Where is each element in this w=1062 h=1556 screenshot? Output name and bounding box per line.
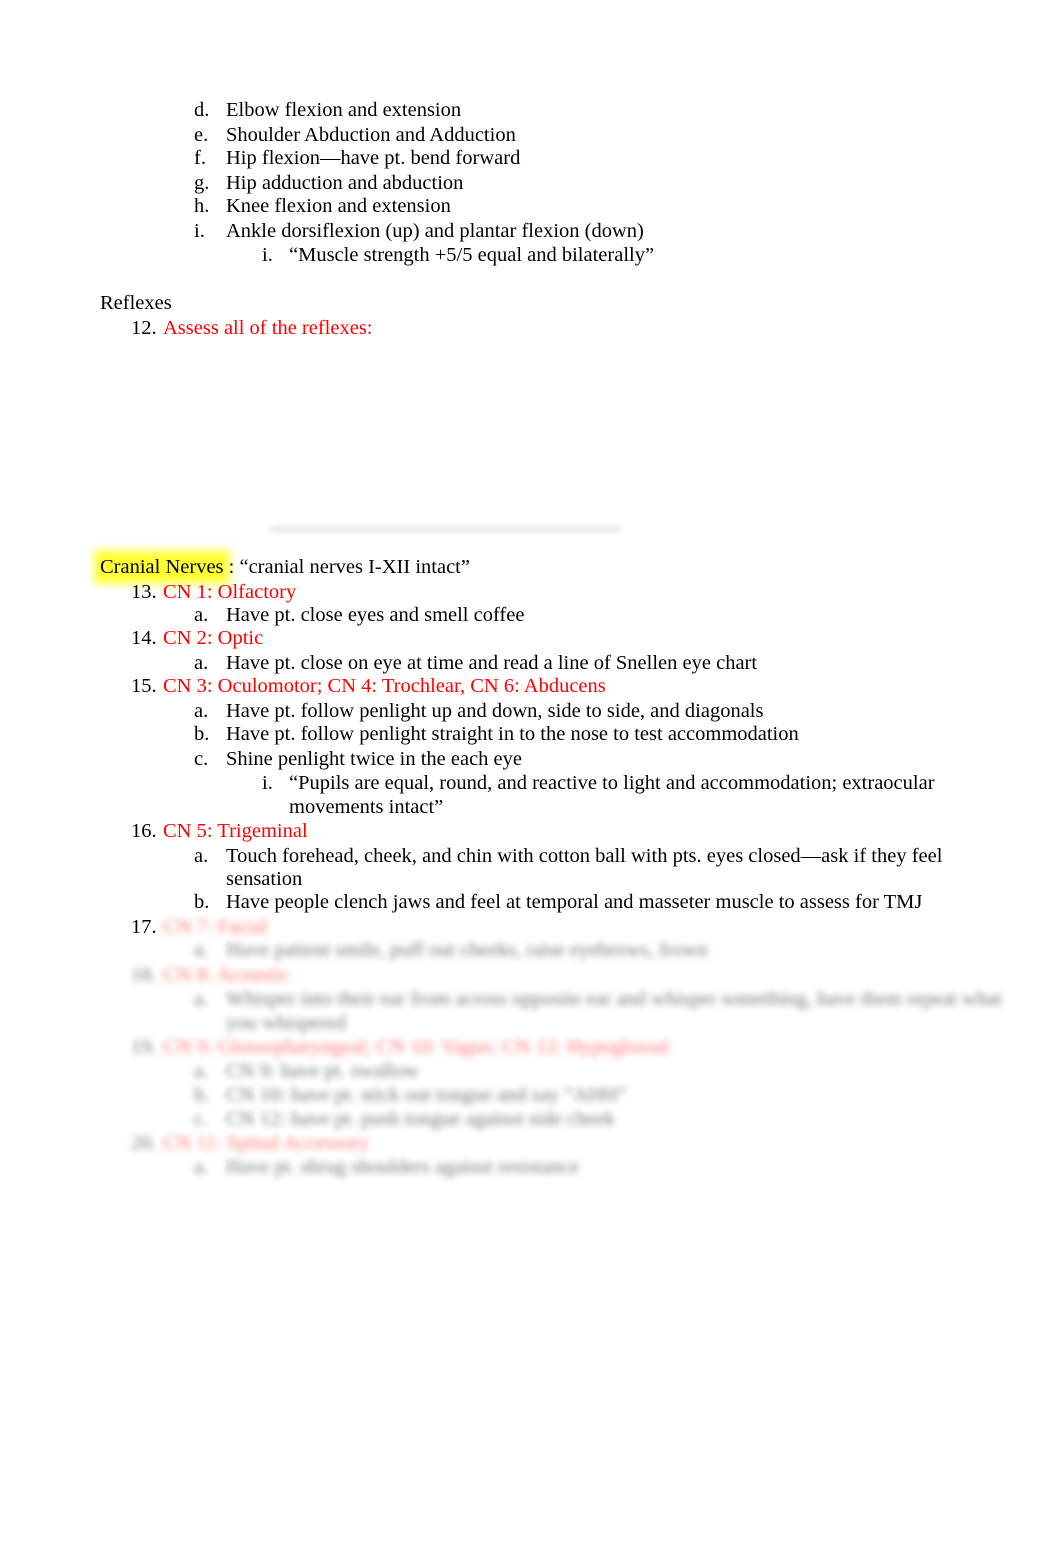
list-marker: a. [194,700,209,722]
list-marker: 20. [131,1132,157,1154]
item-text: “Muscle strength +5/5 equal and bilatera… [289,244,655,266]
list-marker: a. [194,652,209,674]
item-text: sensation [226,868,303,890]
list-marker: 15. [131,675,157,697]
list-marker: a. [194,988,209,1010]
list-marker: i. [262,772,273,794]
item-text: Shoulder Abduction and Adduction [226,124,516,146]
item-text: Touch forehead, cheek, and chin with cot… [226,845,943,867]
item-heading: CN 8: Acoustic [163,964,290,986]
item-text: Elbow flexion and extension [226,99,462,121]
item-text: Ankle dorsiflexion (up) and plantar flex… [226,220,644,242]
list-marker: 18. [131,964,157,986]
list-marker: a. [194,845,209,867]
list-marker: 19. [131,1036,157,1058]
list-marker: 14. [131,627,157,649]
list-marker: b. [194,1084,210,1106]
list-marker: d. [194,99,210,121]
item-text: Shine penlight twice in the each eye [226,748,523,770]
item-text: Have pt. follow penlight straight in to … [226,723,799,745]
item-text: Have pt. close eyes and smell coffee [226,604,525,626]
item-heading: CN 3: Oculomotor; CN 4: Trochlear, CN 6:… [163,675,606,697]
list-marker: 12. [131,317,157,339]
item-text: CN 10: have pt. stick out tongue and say… [226,1084,627,1106]
item-text: Hip flexion—have pt. bend forward [226,147,521,169]
list-marker: a. [194,1156,209,1178]
list-marker: i. [194,220,205,242]
list-marker: a. [194,1060,209,1082]
item-text: Knee flexion and extension [226,195,451,217]
list-marker: 16. [131,820,157,842]
faint-artifact [270,526,620,532]
item-text: you whispered [226,1012,347,1034]
list-marker: f. [194,147,206,169]
item-text: “Pupils are equal, round, and reactive t… [289,772,935,794]
heading-note: : “cranial nerves I-XII intact” [223,556,470,578]
list-marker: 17. [131,916,157,938]
item-text: Have pt. shrug shoulders against resista… [226,1156,579,1178]
list-marker: i. [262,244,273,266]
list-marker: h. [194,195,210,217]
list-marker: b. [194,723,210,745]
list-marker: g. [194,172,210,194]
list-marker: a. [194,939,209,961]
list-marker: c. [194,748,209,770]
item-heading: CN 1: Olfactory [163,581,297,603]
list-marker: a. [194,604,209,626]
section-heading: Cranial Nerves : “cranial nerves I-XII i… [100,555,470,579]
section-heading: Reflexes [100,292,172,314]
item-heading: CN 11: Spinal Accessory [163,1132,369,1154]
highlighted-heading: Cranial Nerves [100,556,224,578]
item-text: Have pt. follow penlight up and down, si… [226,700,764,722]
list-marker: b. [194,891,210,913]
item-heading: CN 2: Optic [163,627,264,649]
item-text: Have people clench jaws and feel at temp… [226,891,923,913]
item-heading: CN 5: Trigeminal [163,820,308,842]
list-marker: c. [194,1108,209,1130]
item-text: CN 12: have pt. push tongue against side… [226,1108,615,1130]
item-heading: Assess all of the reflexes: [163,317,373,339]
item-text: Have patient smile, puff out cheeks, rai… [226,939,708,961]
list-marker: e. [194,124,209,146]
item-text: CN 9: have pt. swallow [226,1060,420,1082]
item-text: movements intact” [289,796,444,818]
item-text: Whisper into their ear from across oppos… [226,988,1002,1010]
item-text: Hip adduction and abduction [226,172,464,194]
list-marker: 13. [131,581,157,603]
item-text: Have pt. close on eye at time and read a… [226,652,758,674]
item-heading: CN 7: Facial [163,916,268,938]
item-heading: CN 9: Glossopharyngeal; CN 10: Vagus; CN… [163,1036,670,1058]
